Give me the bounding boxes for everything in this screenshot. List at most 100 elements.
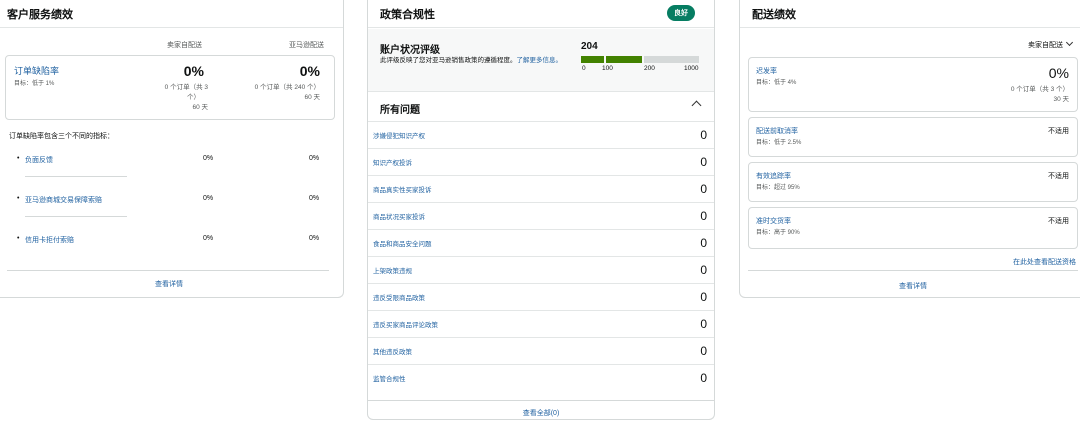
odr-merchant-pct: 0% [183,63,204,79]
ahr-description: 此评级反映了您对亚马逊销售政策的遵循程度。了解更多信息。 [380,56,595,65]
odr-target: 目标：低于 1% [14,81,55,87]
late-rate-sub: 0 个订单（共 3 个） 30 天 [1011,85,1069,105]
chevron-down-icon [1065,38,1074,47]
odr-merchant-sub1: 0 个订单（共 3 [164,84,208,91]
metric-az-guarantee-claims[interactable]: 亚马逊商城交易保障索赔 [25,195,102,205]
late-shipment-box: 迟发率 目标：低于 4% 0% 0 个订单（共 3 个） 30 天 [748,57,1078,112]
customer-service-card: 客户服务绩效 卖家自配送 亚马逊配送 订单缺陷率 目标：低于 1% 0% 0 个… [0,0,344,298]
bullet: • [17,195,20,202]
issue-count: 0 [700,236,707,250]
pre-cancel-link[interactable]: 配送前取消率 [756,126,798,136]
odr-merchant-sub2: 个） [187,94,200,101]
ahr-score: 204 [581,41,598,52]
footer-divider [7,270,329,271]
valid-tracking-link[interactable]: 有效追踪率 [756,171,791,181]
odr-amazon-pct: 0% [299,63,320,79]
account-health-rating: 账户状况评级 此评级反映了您对亚马逊销售政策的遵循程度。了解更多信息。 204 … [368,29,714,92]
chevron-up-icon[interactable] [691,100,702,111]
issue-count: 0 [700,182,707,196]
ahr-scale-bar [581,56,699,63]
issue-name-link[interactable]: 涉嫌侵犯知识产权 [373,130,425,140]
footer-divider [748,270,1078,271]
issue-count: 0 [700,209,707,223]
fulfillment-filter-dropdown[interactable]: 卖家自配送 [1028,38,1074,50]
issue-row: 违反买家商品评论政策 0 [368,310,714,337]
filter-label: 卖家自配送 [1028,42,1063,49]
issue-name-link[interactable]: 商品真实性买家投诉 [373,184,432,194]
odr-amazon-sub: 0 个订单（共 240 个） 60 天 [210,83,320,103]
issue-count: 0 [700,263,707,277]
ahr-learn-more-link[interactable]: 了解更多信息。 [517,57,563,64]
view-details-link[interactable]: 查看详情 [740,281,1080,291]
late-rate-link[interactable]: 迟发率 [756,66,777,76]
view-details-link[interactable]: 查看详情 [0,279,345,289]
metric-negative-feedback[interactable]: 负面反馈 [25,155,53,165]
late-rate-days: 30 天 [1053,96,1069,103]
odr-merchant-days: 60 天 [192,104,208,111]
odr-amazon-sub-text: 0 个订单（共 240 个） [254,84,320,91]
shipping-performance-title: 配送绩效 [740,0,1080,28]
late-rate-target: 目标：低于 4% [756,80,797,86]
issue-name-link[interactable]: 知识产权投诉 [373,157,412,167]
issue-count: 0 [700,317,707,331]
odr-merchant-sub: 0 个订单（共 3 个） 60 天 [128,83,208,113]
customer-service-title: 客户服务绩效 [0,0,343,28]
issue-row: 违反受限商品政策 0 [368,283,714,310]
issue-name-link[interactable]: 违反受限商品政策 [373,292,425,302]
metric-merchant-value: 0% [203,195,214,202]
issue-count: 0 [700,344,707,358]
issue-row: 食品和商品安全问题 0 [368,229,714,256]
issue-row: 其他违反政策 0 [368,337,714,364]
col-header-merchant: 卖家自配送 [167,42,202,49]
footer-divider [368,400,714,401]
divider [25,176,127,177]
issue-row: 商品真实性买家投诉 0 [368,175,714,202]
issue-row: 监管合规性 0 [368,364,714,391]
issue-name-link[interactable]: 其他违反政策 [373,346,412,356]
policy-compliance-title: 政策合规性 良好 [368,0,714,28]
view-all-link[interactable]: 查看全部(0) [368,408,714,418]
pre-cancel-target: 目标：低于 2.5% [756,140,802,146]
late-rate-orders: 0 个订单（共 3 个） [1010,86,1069,93]
pre-cancel-value: 不适用 [1048,128,1069,135]
scale-tick: 0 [582,65,586,72]
valid-tracking-box: 有效追踪率 目标：超过 95% 不适用 [748,162,1078,202]
ahr-title: 账户状况评级 [380,45,440,56]
issue-name-link[interactable]: 违反买家商品评论政策 [373,319,438,329]
scale-tick: 100 [602,65,613,72]
on-time-delivery-box: 准时交货率 目标：高于 90% 不适用 [748,207,1078,249]
issue-count: 0 [700,290,707,304]
metric-merchant-value: 0% [203,235,214,242]
scale-segment-mid [606,56,642,63]
ahr-desc-text: 此评级反映了您对亚马逊销售政策的遵循程度。 [380,57,517,64]
scale-segment-high [644,56,699,63]
metric-chargeback-claims[interactable]: 信用卡拒付索赔 [25,235,74,245]
issue-row: 商品状况买家投诉 0 [368,202,714,229]
scale-segment-low [581,56,604,63]
divider [25,216,127,217]
issue-name-link[interactable]: 监管合规性 [373,373,406,383]
metric-amazon-value: 0% [309,155,320,162]
issue-row: 知识产权投诉 0 [368,148,714,175]
col-header-amazon: 亚马逊配送 [289,42,324,49]
on-time-delivery-target: 目标：高于 90% [756,230,800,236]
scale-tick: 200 [644,65,655,72]
issue-row: 涉嫌侵犯知识产权 0 [368,121,714,148]
valid-tracking-target: 目标：超过 95% [756,185,800,191]
late-rate-pct: 0% [1048,65,1069,81]
all-issues-title: 所有问题 [380,105,420,116]
issue-name-link[interactable]: 商品状况买家投诉 [373,211,425,221]
metric-merchant-value: 0% [203,155,214,162]
issue-name-link[interactable]: 上架政策违规 [373,265,412,275]
policy-title-text: 政策合规性 [380,8,435,21]
shipping-eligibility-link[interactable]: 在此处查看配送资格 [1013,257,1076,267]
issue-row: 上架政策违规 0 [368,256,714,283]
issue-name-link[interactable]: 食品和商品安全问题 [373,238,432,248]
odr-amazon-days: 60 天 [304,94,320,101]
issue-count: 0 [700,128,707,142]
bullet: • [17,155,20,162]
odr-title-link[interactable]: 订单缺陷率 [14,64,59,77]
pre-cancel-box: 配送前取消率 目标：低于 2.5% 不适用 [748,117,1078,157]
on-time-delivery-link[interactable]: 准时交货率 [756,216,791,226]
odr-description: 订单缺陷率包含三个不同的指标： [9,133,114,140]
